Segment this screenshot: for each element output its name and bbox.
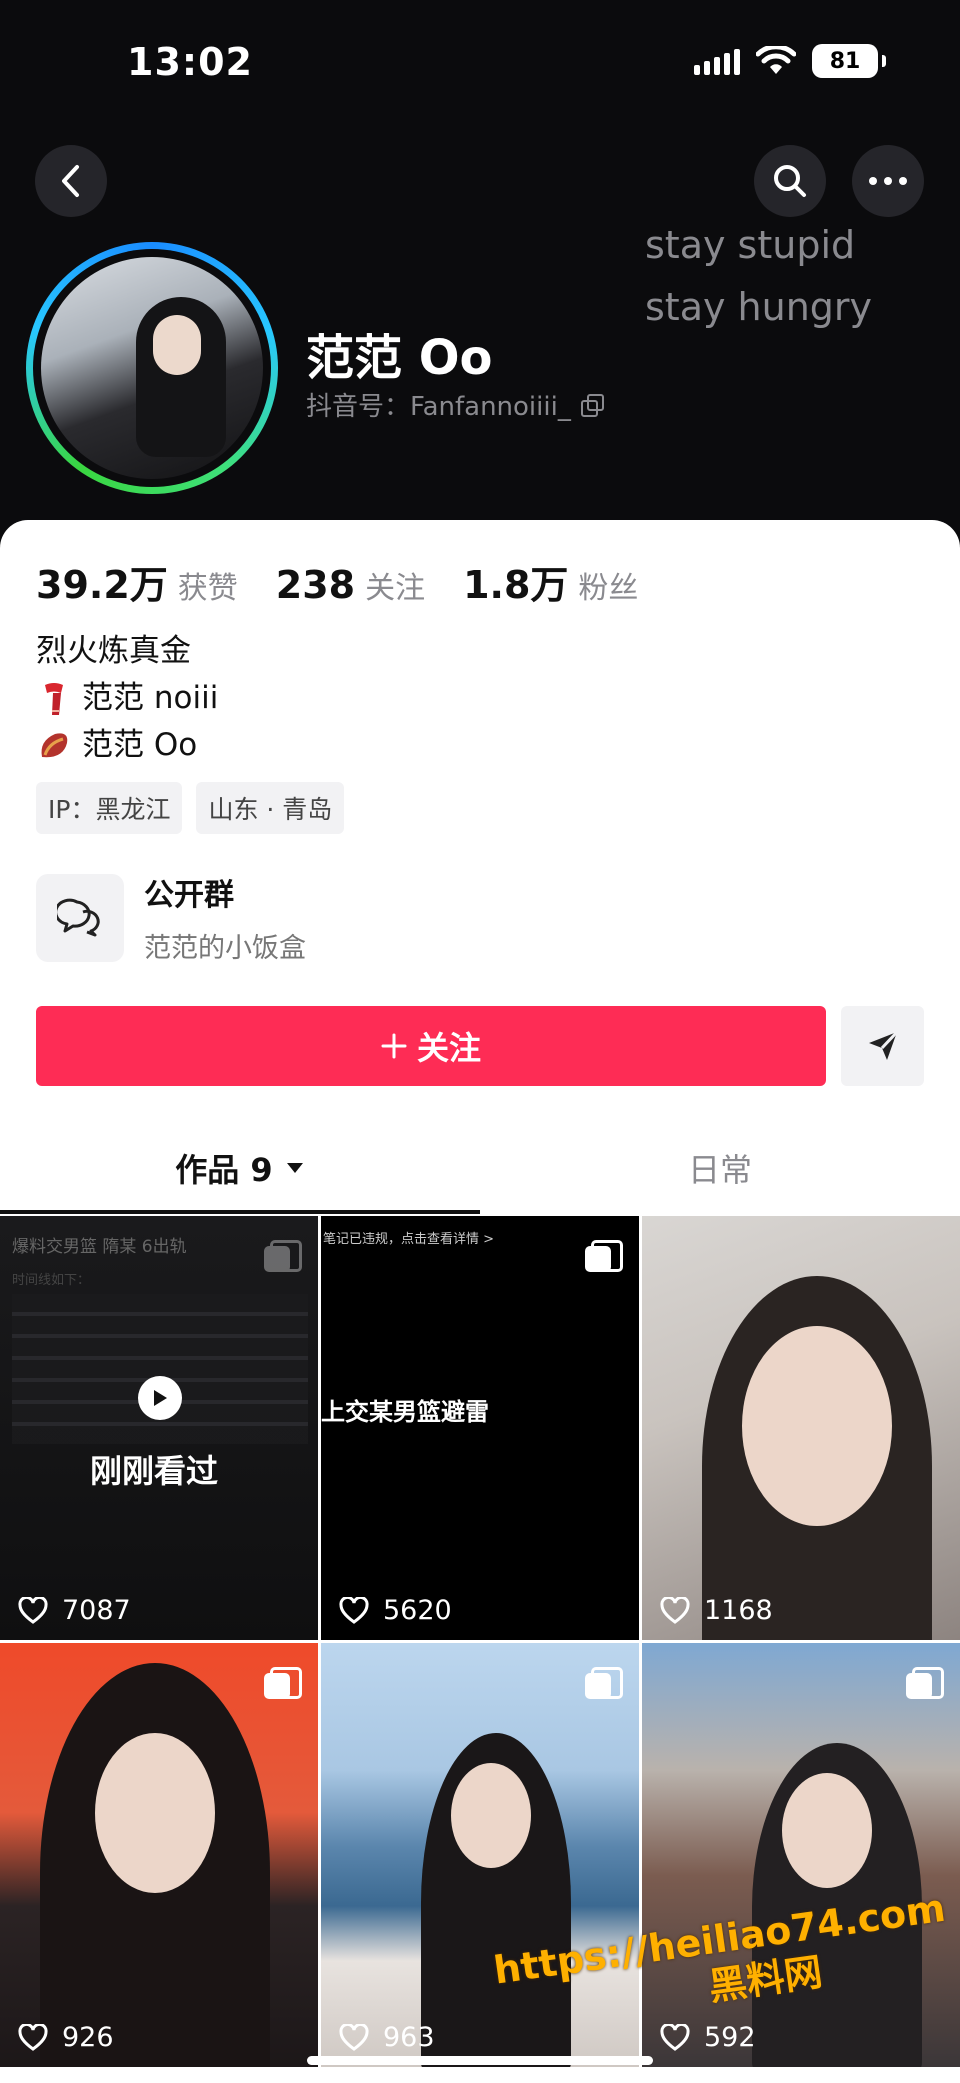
heart-icon — [339, 1596, 369, 1624]
more-dots-icon — [869, 177, 907, 185]
multi-image-icon — [264, 1667, 302, 1699]
profile-tabs: 作品 9 日常 — [0, 1120, 960, 1216]
heart-icon — [18, 1596, 48, 1624]
profile-bio: 烈火炼真金 范范 noiii 范范 Oo — [36, 628, 218, 769]
group-title: 公开群 — [144, 878, 234, 913]
like-count: 1168 — [660, 1595, 773, 1626]
heart-icon — [660, 1596, 690, 1624]
like-count: 926 — [18, 2022, 114, 2053]
search-button[interactable] — [754, 145, 826, 217]
follow-button[interactable]: 关注 — [36, 1006, 826, 1086]
tab-works[interactable]: 作品 9 — [0, 1120, 480, 1216]
violation-note: 笔记已违规，点击查看详情 > — [323, 1232, 495, 1247]
like-count: 5620 — [339, 1595, 452, 1626]
multi-image-icon — [585, 1667, 623, 1699]
profile-header: 13:02 81 stay stupid stay hungry 范范 Oo 抖… — [0, 0, 960, 560]
video-tile[interactable]: 926 — [0, 1643, 318, 2067]
status-time: 13:02 — [127, 40, 253, 84]
tab-daily[interactable]: 日常 — [480, 1120, 960, 1216]
plus-icon — [381, 1033, 407, 1059]
recently-viewed-label: 刚刚看过 — [90, 1452, 219, 1490]
signature-line: stay stupid — [645, 223, 856, 267]
search-icon — [774, 165, 806, 197]
heart-icon — [339, 2023, 369, 2051]
home-indicator[interactable] — [307, 2056, 653, 2065]
video-tile[interactable]: 1168 — [642, 1216, 960, 1640]
send-message-button[interactable] — [841, 1006, 924, 1086]
like-count: 7087 — [18, 1595, 131, 1626]
stat-following[interactable]: 238 关注 — [276, 563, 425, 607]
bio-line[interactable]: 范范 noiii — [36, 675, 218, 722]
battery-indicator: 81 — [812, 44, 886, 78]
bio-line[interactable]: 范范 Oo — [36, 722, 218, 769]
back-button[interactable] — [35, 145, 107, 217]
profile-nickname: 范范 Oo — [306, 330, 493, 386]
tab-works-label: 作品 9 — [175, 1151, 273, 1189]
avatar[interactable] — [26, 242, 278, 494]
bio-text: 烈火炼真金 — [36, 633, 191, 669]
like-count: 592 — [660, 2022, 756, 2053]
multi-image-icon — [585, 1240, 623, 1272]
group-chat-icon — [36, 873, 124, 962]
copy-icon[interactable] — [580, 393, 604, 417]
play-icon — [138, 1376, 182, 1420]
chevron-left-icon — [62, 165, 79, 197]
signature-line: stay hungry — [645, 285, 873, 329]
like-count: 963 — [339, 2022, 435, 2053]
heart-icon — [660, 2023, 690, 2051]
multi-image-icon — [906, 1667, 944, 1699]
more-button[interactable] — [852, 145, 924, 217]
stat-likes[interactable]: 39.2万 获赞 — [36, 554, 238, 609]
avatar-photo — [41, 257, 263, 479]
sweet-potato-emoji-icon — [41, 732, 68, 757]
active-tab-indicator — [0, 1210, 480, 1214]
douyin-id-text: 抖音号：Fanfannoiiii_ — [306, 392, 571, 422]
follow-label: 关注 — [416, 1029, 481, 1067]
bio-text: 范范 noiii — [82, 680, 219, 716]
group-subtitle: 范范的小饭盒 — [144, 933, 306, 964]
ip-location-tag: IP：黑龙江 — [36, 782, 183, 834]
heart-icon — [18, 2023, 48, 2051]
public-group-entry[interactable]: 公开群 范范的小饭盒 — [36, 870, 306, 965]
profile-signature: stay stupid stay hungry — [645, 214, 872, 338]
douyin-id[interactable]: 抖音号：Fanfannoiiii_ — [306, 386, 604, 423]
video-tile[interactable]: 笔记已违规，点击查看详情 > 上交某男篮避雷 5620 — [321, 1216, 639, 1640]
profile-tags: IP：黑龙江 山东 · 青岛 — [36, 782, 345, 834]
region-tag[interactable]: 山东 · 青岛 — [196, 782, 345, 834]
bio-text: 范范 Oo — [82, 727, 198, 763]
scarf-emoji-icon — [45, 682, 63, 715]
tile-headline: 上交某男篮避雷 — [321, 1398, 489, 1426]
bio-line: 烈火炼真金 — [36, 628, 218, 675]
video-tile[interactable]: 爆料交男篮 隋某 6出轨 时间线如下： 刚刚看过 7087 — [0, 1216, 318, 1640]
multi-image-icon — [264, 1240, 302, 1272]
stat-followers[interactable]: 1.8万 粉丝 — [463, 554, 638, 609]
stats-row: 39.2万 获赞 238 关注 1.8万 粉丝 — [36, 554, 638, 609]
tab-daily-label: 日常 — [687, 1151, 752, 1189]
status-icons: 81 — [694, 44, 886, 78]
send-icon — [868, 1030, 898, 1060]
caret-down-icon — [286, 1163, 303, 1173]
wifi-icon — [756, 46, 796, 74]
cellular-signal-icon — [694, 47, 740, 75]
